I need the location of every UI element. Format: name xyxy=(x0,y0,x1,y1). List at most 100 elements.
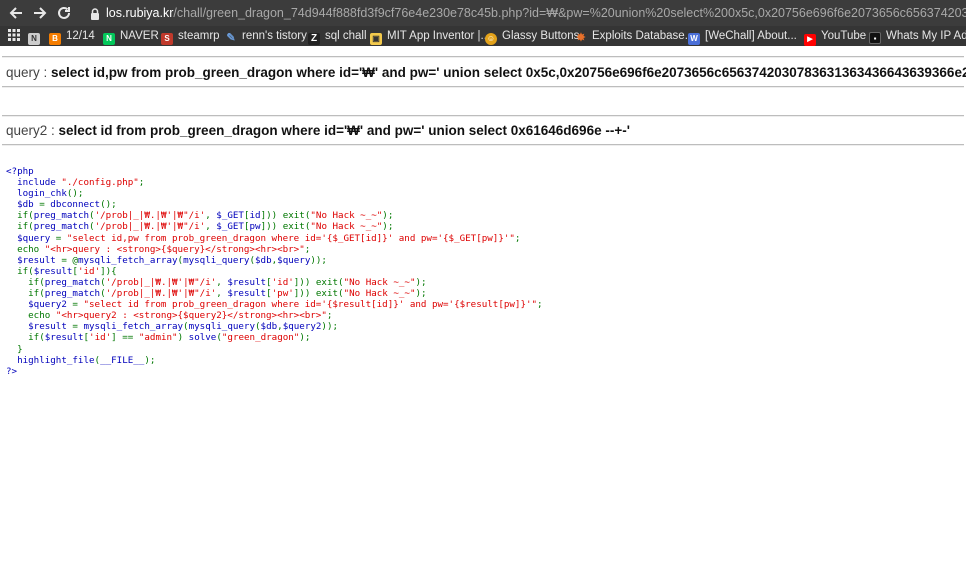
bookmark-exploits-database[interactable]: ✸ Exploits Database... xyxy=(575,26,694,46)
code-token: if( xyxy=(28,288,45,300)
bookmark-12-14[interactable]: B 12/14 xyxy=(49,26,95,46)
code-token: $result xyxy=(6,254,62,266)
bookmark-label: [WeChall] About... xyxy=(705,30,797,42)
lock-icon[interactable] xyxy=(88,6,102,20)
code-line: ?> xyxy=(6,366,543,377)
code-line: <?php xyxy=(6,166,543,177)
divider xyxy=(2,144,964,146)
code-token: preg_match xyxy=(44,276,101,288)
page-content: query : select id,pw from prob_green_dra… xyxy=(0,46,966,571)
reload-icon[interactable] xyxy=(53,2,75,24)
code-token: mysqli_fetch_array xyxy=(83,321,184,333)
code-token: , xyxy=(216,288,228,300)
code-token: $query xyxy=(6,232,56,244)
z-icon: Z xyxy=(308,33,320,45)
bookmark-label: YouTube xyxy=(821,30,867,42)
code-token: '/prob|_|₩.|₩'|₩"/i' xyxy=(94,210,206,222)
code-line: if(preg_match('/prob|_|₩.|₩'|₩"/i', $res… xyxy=(6,288,543,299)
code-token: if( xyxy=(17,210,34,222)
code-token: mysqli_fetch_array xyxy=(77,254,178,266)
code-line: } xyxy=(6,344,543,355)
query1-text: select id,pw from prob_green_dragon wher… xyxy=(51,65,966,80)
code-token: ] == xyxy=(111,332,139,344)
youtube-icon: ▶ xyxy=(804,34,816,46)
code-token: "No Hack ~_~" xyxy=(310,210,383,222)
code-token: $result xyxy=(227,288,267,300)
code-token: ; xyxy=(514,232,521,244)
divider xyxy=(2,115,964,117)
bookmark-renns-tistory[interactable]: ✎ renn's tistory xyxy=(225,26,306,46)
bookmark-naver[interactable]: N NAVER xyxy=(103,26,159,46)
blogger-icon: B xyxy=(49,33,61,45)
code-token: ); xyxy=(144,354,156,366)
code-token: ; xyxy=(138,177,145,189)
code-token: = xyxy=(39,199,51,211)
code-token: )); xyxy=(321,321,339,333)
code-token: mysqli_query xyxy=(188,321,255,333)
code-token: solve xyxy=(188,332,217,344)
naver-icon: N xyxy=(103,33,115,45)
code-token: $result xyxy=(33,265,73,277)
code-token: 'id' xyxy=(271,276,294,288)
code-token: pw xyxy=(249,221,261,233)
code-token: mysqli_query xyxy=(183,254,250,266)
code-token: if( xyxy=(17,221,34,233)
code-token: echo xyxy=(28,310,56,322)
steam-icon: S xyxy=(161,33,173,45)
code-token: ; xyxy=(326,310,333,322)
code-line: echo "<hr>query : <strong>{$query}</stro… xyxy=(6,244,543,255)
bookmark-label: sql chall xyxy=(325,30,367,42)
code-token: highlight_file xyxy=(6,354,95,366)
naver-blog-icon: N xyxy=(28,33,40,45)
forward-arrow-icon[interactable] xyxy=(29,2,51,24)
back-arrow-icon[interactable] xyxy=(5,2,27,24)
code-token: $query xyxy=(277,254,311,266)
code-token: __FILE__ xyxy=(100,354,145,366)
code-line: login_chk(); xyxy=(6,188,543,199)
code-token: if( xyxy=(28,276,45,288)
bookmark-sql-chall[interactable]: Zsql chall xyxy=(308,26,367,46)
url-path: /chall/green_dragon_74d944f888fd3f9cf76e… xyxy=(173,6,966,20)
code-token: "No Hack ~_~" xyxy=(310,221,383,233)
bookmark-naver-blog[interactable]: N xyxy=(28,26,45,46)
code-token: (); xyxy=(100,199,117,211)
url-host: los.rubiya.kr xyxy=(106,6,174,20)
glassy-icon: ☺ xyxy=(485,33,497,45)
code-token: ); xyxy=(299,332,311,344)
code-token: "<hr>query : <strong>{$query}</strong><h… xyxy=(44,243,305,255)
bookmark-label: MIT App Inventor |... xyxy=(387,30,491,42)
bookmark-whats-my-ip[interactable]: ▪ Whats My IP Addr... xyxy=(869,26,966,46)
address-bar[interactable]: los.rubiya.kr/chall/green_dragon_74d944f… xyxy=(106,5,966,22)
tistory-icon: ✎ xyxy=(226,32,236,44)
code-token: ; xyxy=(304,243,311,255)
code-token: $_GET xyxy=(216,221,244,233)
bookmark-youtube[interactable]: ▶ YouTube xyxy=(804,26,866,46)
bookmark-wechall[interactable]: W [WeChall] About... xyxy=(688,26,797,46)
code-token: ; xyxy=(537,299,543,311)
code-token: "No Hack ~_~" xyxy=(343,288,416,300)
code-token: echo xyxy=(17,243,45,255)
code-token: 'pw' xyxy=(271,288,294,300)
code-token: if( xyxy=(17,265,34,277)
code-token: = xyxy=(72,321,84,333)
code-line: include "./config.php"; xyxy=(6,177,543,188)
code-token: ); xyxy=(415,288,427,300)
code-token: } xyxy=(17,343,23,355)
code-token: , xyxy=(216,276,228,288)
code-token: dbconnect xyxy=(50,199,101,211)
code-line: if(preg_match('/prob|_|₩.|₩'|₩"/i', $_GE… xyxy=(6,210,543,221)
code-token: preg_match xyxy=(33,210,90,222)
bookmark-mit-app-inventor[interactable]: ▣ MIT App Inventor |... xyxy=(370,26,490,46)
bookmark-steamrp[interactable]: Ssteamrp xyxy=(161,26,220,46)
code-token: "select id from prob_green_dragon where … xyxy=(83,299,538,311)
code-line: highlight_file(__FILE__); xyxy=(6,355,543,366)
code-line: echo "<hr>query2 : <strong>{$query2}</st… xyxy=(6,310,543,321)
bookmark-apps[interactable] xyxy=(8,26,25,46)
bookmark-glassy-buttons[interactable]: ☺ Glassy Buttons xyxy=(485,26,579,46)
query2-label: query2 : xyxy=(6,123,59,138)
